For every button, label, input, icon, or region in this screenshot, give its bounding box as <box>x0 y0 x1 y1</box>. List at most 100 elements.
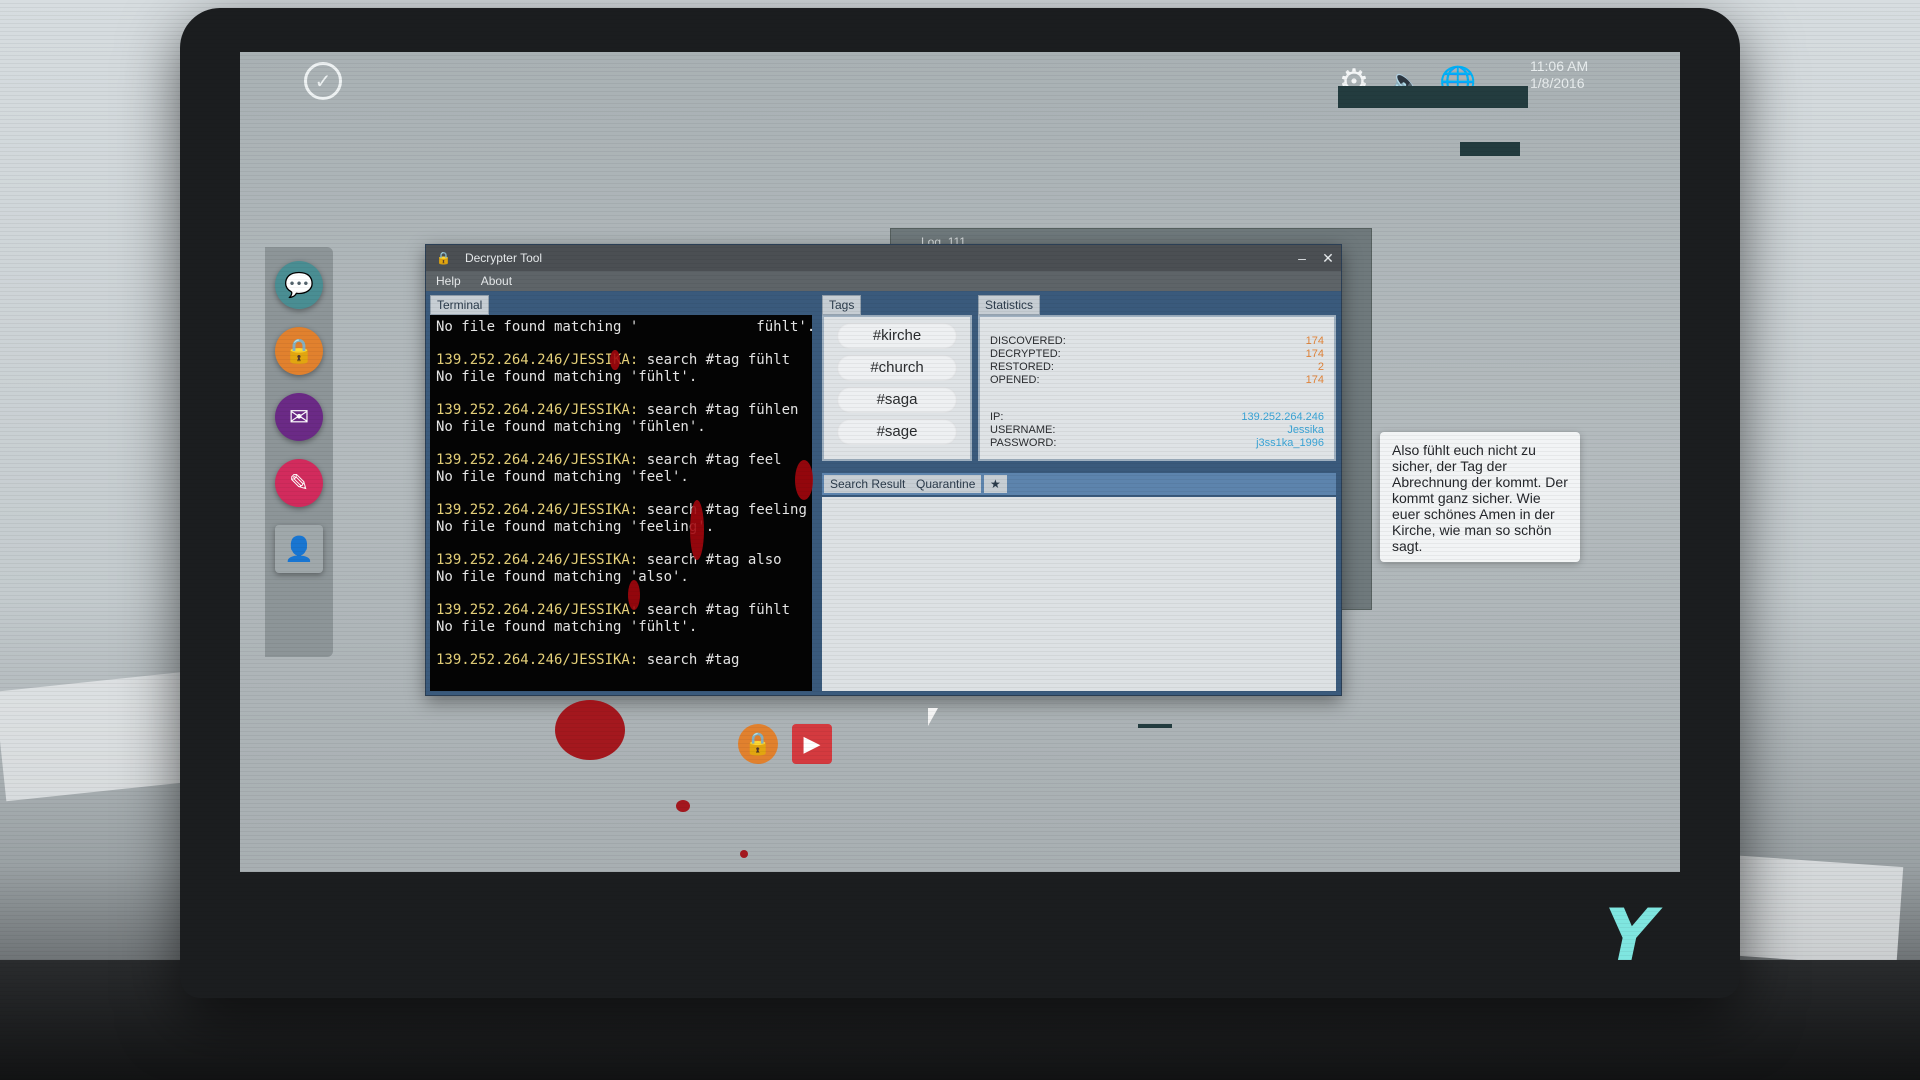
taskbar-media-file-icon[interactable]: ▶ <box>792 724 832 764</box>
blood-splatter <box>555 700 625 760</box>
clock-date: 1/8/2016 <box>1530 75 1585 91</box>
tab-tags[interactable]: Tags <box>822 295 862 315</box>
app-dock: 💬 🔒 ✉ ✎ 👤 <box>265 247 333 657</box>
terminal-prompt: 139.252.264.246/JESSIKA: <box>436 502 639 518</box>
terminal-line: 139.252.264.246/JESSIKA: search #tag als… <box>436 552 806 569</box>
tab-statistics[interactable]: Statistics <box>978 295 1041 315</box>
terminal-line: 139.252.264.246/JESSIKA: search #tag füh… <box>436 402 806 419</box>
stat-password: PASSWORD: j3ss1ka_1996 <box>990 437 1324 450</box>
terminal-line: No file found matching 'fühlt'. <box>436 369 806 386</box>
stat-label: DECRYPTED: <box>990 348 1061 360</box>
terminal-text: No file found matching 'feeling'. <box>436 519 715 535</box>
chat-app-icon[interactable]: 💬 <box>275 261 323 309</box>
stat-decrypted: DECRYPTED: 174 <box>990 348 1324 361</box>
window-title: Decrypter Tool <box>464 251 543 265</box>
terminal-line: No file found matching 'fühlt'. <box>436 619 806 636</box>
mail-envelope-icon[interactable]: ✉ <box>275 393 323 441</box>
terminal-prompt: 139.252.264.246/JESSIKA: <box>436 602 639 618</box>
stat-value: j3ss1ka_1996 <box>1256 437 1324 449</box>
search-result-list[interactable] <box>822 497 1336 691</box>
terminal-text: search #tag fühlt <box>638 602 791 618</box>
terminal-line: No file found matching 'also'. <box>436 569 806 586</box>
stat-value: 2 <box>1317 361 1324 373</box>
mouse-cursor <box>928 708 938 726</box>
terminal-line: 139.252.264.246/JESSIKA: search #tag <box>436 652 806 669</box>
terminal-text: No file found matching 'feel'. <box>436 469 689 485</box>
terminal-gap <box>436 436 806 452</box>
stat-label: PASSWORD: <box>990 437 1057 449</box>
terminal-prompt: 139.252.264.246/JESSIKA: <box>436 402 639 418</box>
profile-app-icon[interactable]: 👤 <box>275 525 323 573</box>
favorites-star-icon[interactable]: ★ <box>984 475 1007 493</box>
terminal-text: search #tag feel <box>638 452 782 468</box>
statistics-panel: DISCOVERED: 174 DECRYPTED: 174 RESTORED: 2 … <box>978 315 1336 461</box>
narration-bubble: Also fühlt euch nicht zu sicher, der Tag… <box>1380 432 1580 562</box>
terminal-text: No file found matching 'also'. <box>436 569 689 585</box>
menu-about[interactable]: About <box>471 274 522 288</box>
stat-value: 174 <box>1305 335 1324 347</box>
taskbar-decrypter-icon[interactable]: 🔒 <box>738 724 778 764</box>
tag-sage[interactable]: #sage <box>837 419 957 445</box>
stat-username: USERNAME: Jessika <box>990 424 1324 437</box>
result-tab-bar: Search Result Quarantine ★ <box>822 473 1336 495</box>
notes-app-icon[interactable]: ✎ <box>275 459 323 507</box>
tag-kirche[interactable]: #kirche <box>837 323 957 349</box>
terminal-output[interactable]: No file found matching ' fühlt'. 139.252.… <box>430 315 812 691</box>
decrypter-titlebar[interactable]: 🔒 Decrypter Tool – ✕ <box>426 245 1341 271</box>
terminal-line: No file found matching 'feeling'. <box>436 519 806 536</box>
blood-splatter <box>610 350 620 370</box>
terminal-gap <box>436 486 806 502</box>
blood-splatter <box>740 850 748 858</box>
terminal-gap <box>436 336 806 352</box>
stat-opened: OPENED: 174 <box>990 374 1324 387</box>
stat-discovered: DISCOVERED: 174 <box>990 335 1324 348</box>
stat-spacer <box>990 387 1324 411</box>
stat-value: Jessika <box>1287 424 1324 436</box>
terminal-line: 139.252.264.246/JESSIKA: search #tag füh… <box>436 602 806 619</box>
terminal-text: search #tag fühlen <box>638 402 799 418</box>
notification-bar <box>1338 86 1528 108</box>
terminal-line: No file found matching ' fühlt'. <box>436 319 812 336</box>
blood-splatter <box>676 800 690 812</box>
tag-saga[interactable]: #saga <box>837 387 957 413</box>
os-logo-icon[interactable]: ✓ <box>304 62 342 100</box>
clock-time: 11:06 AM <box>1530 58 1589 74</box>
stat-label: DISCOVERED: <box>990 335 1066 347</box>
taskbar-indicator <box>1138 724 1172 728</box>
stat-label: USERNAME: <box>990 424 1056 436</box>
stat-value: 174 <box>1305 374 1324 386</box>
terminal-line: No file found matching 'fühlen'. <box>436 419 806 436</box>
terminal-text: search #tag <box>638 652 740 668</box>
stat-value: 139.252.264.246 <box>1241 411 1324 423</box>
terminal-gap <box>436 536 806 552</box>
stat-value: 174 <box>1305 348 1324 360</box>
terminal-prompt: 139.252.264.246/JESSIKA: <box>436 352 639 368</box>
terminal-line: 139.252.264.246/JESSIKA: search #tag fee… <box>436 502 807 519</box>
close-button[interactable]: ✕ <box>1318 248 1338 268</box>
menu-help[interactable]: Help <box>426 274 471 288</box>
tab-quarantine[interactable]: Quarantine <box>910 475 982 493</box>
terminal-line: No file found matching 'feel'. <box>436 469 806 486</box>
tab-terminal[interactable]: Terminal <box>430 295 490 315</box>
desktop-screen: ✓ ⚙ 🔈 🌐 11:06 AM 1/8/2016 💬 🔒 ✉ ✎ 👤 Log_… <box>240 52 1680 872</box>
decrypter-lock-icon[interactable]: 🔒 <box>275 327 323 375</box>
tag-church[interactable]: #church <box>837 355 957 381</box>
notification-chip <box>1460 142 1520 156</box>
terminal-gap <box>436 636 806 652</box>
terminal-line: 139.252.264.246/JESSIKA: search #tag fee… <box>436 452 806 469</box>
terminal-text: No file found matching ' fühlt'. <box>436 319 812 335</box>
terminal-text: search #tag fühlt <box>638 352 791 368</box>
terminal-text: search #tag also <box>638 552 782 568</box>
terminal-text: No file found matching 'fühlt'. <box>436 619 698 635</box>
blood-splatter <box>628 580 640 610</box>
stat-ip: IP: 139.252.264.246 <box>990 411 1324 424</box>
menu-bar: Help About <box>426 271 1341 291</box>
terminal-text: No file found matching 'fühlt'. <box>436 369 698 385</box>
stat-restored: RESTORED: 2 <box>990 361 1324 374</box>
blood-splatter <box>690 500 704 560</box>
stat-label: RESTORED: <box>990 361 1054 373</box>
tab-search-result[interactable]: Search Result <box>824 475 912 493</box>
minimize-button[interactable]: – <box>1292 248 1312 268</box>
terminal-gap <box>436 386 806 402</box>
stat-label: OPENED: <box>990 374 1040 386</box>
